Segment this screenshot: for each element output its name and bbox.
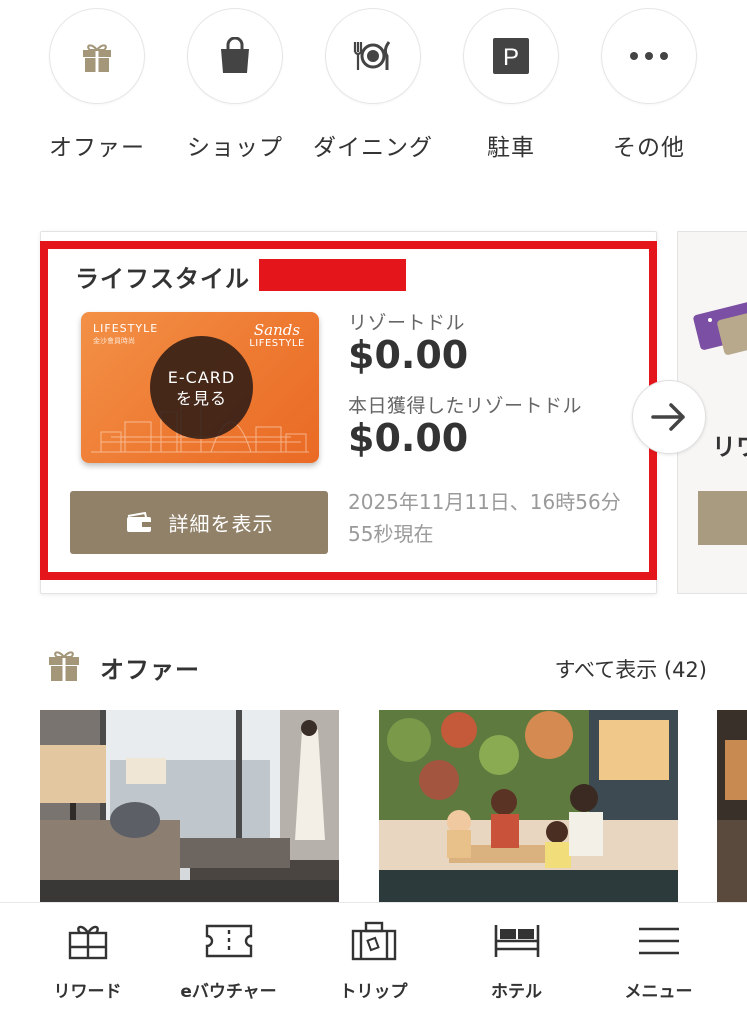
dining-icon	[353, 41, 391, 70]
ecard-brand: LIFESTYLE	[93, 322, 159, 335]
more-icon	[630, 52, 668, 60]
next-card-arrow-button[interactable]	[632, 380, 706, 454]
quick-nav-shop-label: ショップ	[187, 135, 283, 161]
bottom-nav-menu[interactable]: メニュー	[584, 917, 733, 1002]
quick-nav-offers[interactable]: オファー	[27, 8, 167, 162]
view-ecard-button[interactable]: E-CARD を見る	[150, 336, 253, 439]
resort-dollars-value: $0.00	[348, 333, 469, 377]
sands-lifestyle-logo: Sands LIFESTYLE	[247, 322, 307, 349]
shopping-bag-icon	[221, 37, 249, 73]
quick-nav-dining-label: ダイニング	[313, 135, 433, 161]
bottom-nav-hotel-label: ホテル	[491, 982, 542, 1002]
quick-nav-more-circle[interactable]	[601, 8, 697, 104]
quick-nav-parking[interactable]: P 駐車	[441, 8, 581, 162]
quick-nav-parking-label: 駐車	[487, 135, 535, 161]
ecard-brand-sub: 金沙會員時尚	[93, 337, 135, 345]
rewards-icon	[68, 925, 107, 960]
quick-nav-dining-circle[interactable]	[325, 8, 421, 104]
wallet-icon	[126, 511, 151, 532]
next-card-title: リワ	[712, 433, 747, 461]
lifestyle-card-title: ライフスタイル	[75, 265, 250, 293]
bottom-nav-rewards[interactable]: リワード	[13, 917, 162, 1002]
menu-icon	[638, 927, 679, 955]
view-all-offers-link[interactable]: すべて表示 (42)	[555, 654, 707, 684]
quick-nav-offers-label: オファー	[49, 135, 145, 161]
view-ecard-line2: を見る	[175, 388, 227, 408]
logo-script: Sands	[253, 321, 301, 339]
quick-nav-dining[interactable]: ダイニング	[303, 8, 443, 162]
bottom-nav-trip[interactable]: トリップ	[299, 917, 448, 1002]
logo-word: LIFESTYLE	[249, 338, 305, 349]
balance-timestamp: 2025年11月11日、16時56分55秒現在	[348, 490, 621, 546]
offer-image-partial[interactable]	[717, 710, 747, 902]
today-resort-dollars-label: 本日獲得したリゾートドル	[348, 395, 583, 417]
gift-icon	[49, 651, 79, 681]
bottom-nav-menu-label: メニュー	[624, 982, 693, 1002]
arrow-right-icon	[651, 403, 685, 431]
resort-dollars-label: リゾートドル	[348, 312, 466, 334]
bottom-nav-trip-label: トリップ	[339, 982, 408, 1002]
quick-nav-more-label: その他	[613, 135, 685, 161]
bottom-nav-rewards-label: リワード	[53, 982, 122, 1002]
quick-nav-parking-circle[interactable]: P	[463, 8, 559, 104]
view-details-label: 詳細を表示	[168, 512, 274, 536]
quick-nav-shop[interactable]: ショップ	[165, 8, 305, 162]
parking-icon: P	[493, 38, 529, 74]
quick-nav: オファー ショップ ダイニング P 駐車 その他	[0, 0, 747, 200]
redaction-block	[259, 259, 406, 291]
luggage-icon	[351, 921, 396, 961]
view-details-button[interactable]: 詳細を表示	[70, 491, 328, 554]
next-card-button[interactable]	[698, 491, 747, 545]
offers-title: オファー	[100, 656, 200, 684]
quick-nav-shop-circle[interactable]	[187, 8, 283, 104]
app-screen: オファー ショップ ダイニング P 駐車 その他 リ ライフスタイル LIFES…	[0, 0, 747, 1024]
bed-icon	[494, 925, 539, 957]
offers-header: オファー すべて表示 (42)	[46, 646, 707, 686]
view-ecard-line1: E-CARD	[167, 367, 236, 387]
bottom-nav: リワード eバウチャー トリップ ホテル メニュー	[0, 902, 747, 1024]
offer-image-hotel-room[interactable]	[40, 710, 339, 902]
bottom-nav-evoucher-label: eバウチャー	[180, 982, 277, 1002]
offer-image-family-dining[interactable]	[379, 710, 678, 902]
bottom-nav-hotel[interactable]: ホテル	[442, 917, 591, 1002]
svg-text:P: P	[503, 44, 519, 71]
gift-icon	[83, 44, 111, 72]
voucher-icon	[205, 924, 252, 958]
lifestyle-ecard[interactable]: LIFESTYLE 金沙會員時尚 Sands LIFESTYLE E-CARD …	[81, 312, 319, 463]
quick-nav-offers-circle[interactable]	[49, 8, 145, 104]
bottom-nav-evoucher[interactable]: eバウチャー	[154, 917, 303, 1002]
today-resort-dollars-value: $0.00	[348, 416, 469, 460]
membership-cards-image	[693, 302, 747, 355]
quick-nav-more[interactable]: その他	[579, 8, 719, 162]
